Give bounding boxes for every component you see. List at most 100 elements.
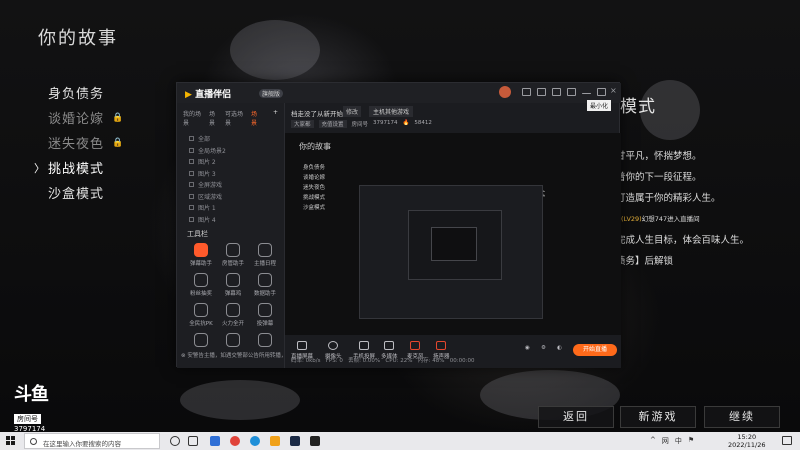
flag-icon[interactable]: ⚑ bbox=[688, 436, 694, 446]
desc-line: 甘平凡，怀揣梦想。 bbox=[616, 151, 702, 162]
scene-item[interactable]: 图片 4 bbox=[177, 214, 284, 226]
tool-grid: 弹幕助手 房管助手 主播日程 粉丝抽奖 弹幕鸡 数据助手 全民抗PK 火力全开 … bbox=[185, 243, 281, 349]
windows-start-icon[interactable] bbox=[6, 436, 16, 446]
close-icon[interactable]: × bbox=[610, 86, 619, 95]
mail-icon[interactable] bbox=[522, 88, 531, 96]
preview-menu-item: 迷失夜色 bbox=[303, 185, 326, 191]
taskbar-clock[interactable]: 15:20 2022/11/26 bbox=[728, 433, 765, 449]
preview-game-title: 你的故事 bbox=[299, 142, 331, 151]
tool-share[interactable] bbox=[249, 333, 281, 349]
scene-label: 图片 1 bbox=[198, 205, 216, 213]
network-icon[interactable]: 网 bbox=[662, 436, 669, 446]
message-icon[interactable] bbox=[537, 88, 546, 96]
tray-chevron-icon[interactable]: ^ bbox=[650, 436, 656, 446]
tool-danmaku-bot[interactable]: 弹幕鸡 bbox=[217, 273, 249, 297]
tool-schedule[interactable]: 主播日程 bbox=[249, 243, 281, 267]
ime-icon[interactable]: 中 bbox=[675, 436, 682, 446]
stream-category[interactable]: 主机其他游戏 bbox=[369, 106, 414, 117]
back-button[interactable]: 返回 bbox=[538, 406, 614, 428]
calendar-icon bbox=[258, 243, 272, 257]
minimize-icon[interactable] bbox=[582, 93, 591, 94]
douyu-assistant-icon[interactable] bbox=[270, 436, 280, 446]
tool-label: 弹幕鸡 bbox=[224, 291, 242, 297]
tool-lottery[interactable]: 粉丝抽奖 bbox=[185, 273, 217, 297]
tool-data[interactable]: 数据助手 bbox=[249, 273, 281, 297]
scene-label: 全局场景2 bbox=[198, 147, 226, 155]
scene-item[interactable]: 全局场景2 bbox=[177, 145, 284, 157]
edit-title-button[interactable]: 修改 bbox=[343, 106, 362, 117]
scene-label: 图片 4 bbox=[198, 216, 216, 224]
stream-title: 档走没了从新开始 bbox=[291, 110, 343, 118]
scene-item[interactable]: 区域游戏 bbox=[177, 191, 284, 203]
tool-pk[interactable]: 全民抗PK bbox=[185, 303, 217, 327]
avatar[interactable] bbox=[499, 86, 511, 98]
file-explorer-icon[interactable] bbox=[210, 436, 220, 446]
tool-label: 弹幕助手 bbox=[189, 261, 212, 267]
mode-chip[interactable]: 大家都 bbox=[291, 120, 314, 128]
tool-room-manager[interactable]: 房管助手 bbox=[217, 243, 249, 267]
edition-badge: 旗舰版 bbox=[259, 89, 284, 98]
steam-icon[interactable] bbox=[290, 436, 300, 446]
stream-preview[interactable]: 你的故事 身负债务 谈婚论嫁 迷失夜色 挑战模式 沙盒模式 模式 bbox=[285, 133, 621, 335]
tool-download[interactable] bbox=[185, 333, 217, 349]
bot-icon bbox=[226, 273, 240, 287]
new-game-button[interactable]: 新游戏 bbox=[620, 406, 696, 428]
taskbar-search-input[interactable]: 在这里输入你要搜索的内容 bbox=[24, 433, 160, 449]
add-scene-icon[interactable]: + bbox=[273, 109, 278, 127]
plan-chip[interactable]: 充值设置 bbox=[318, 120, 347, 128]
notification-icon[interactable] bbox=[782, 436, 792, 445]
tool-label: 投弹幕 bbox=[256, 321, 274, 327]
game-app-icon[interactable] bbox=[310, 436, 320, 446]
checkbox-icon[interactable] bbox=[189, 159, 194, 165]
recursive-preview bbox=[359, 185, 543, 319]
menu-item-sandbox[interactable]: 沙盒模式 bbox=[48, 180, 124, 205]
game-title: 你的故事 bbox=[38, 28, 118, 49]
checkbox-icon[interactable] bbox=[189, 182, 194, 188]
lock-icon: 🔒 bbox=[112, 137, 125, 148]
scene-item[interactable]: 全部 bbox=[177, 133, 284, 145]
clock-date: 2022/11/26 bbox=[728, 441, 766, 449]
checkbox-icon[interactable] bbox=[189, 193, 194, 199]
scene-item[interactable]: 图片 2 bbox=[177, 156, 284, 168]
tool-firepower[interactable]: 火力全开 bbox=[217, 303, 249, 327]
tab-optional-scenes[interactable]: 可选场景 bbox=[225, 109, 245, 127]
camera-icon bbox=[328, 341, 339, 350]
room-id: 3797174 bbox=[373, 120, 398, 126]
checkbox-icon[interactable] bbox=[189, 147, 194, 153]
tool-danmaku-helper[interactable]: 弹幕助手 bbox=[185, 243, 217, 267]
lottery-icon bbox=[194, 273, 208, 287]
media-icon bbox=[384, 341, 395, 350]
checkbox-icon[interactable] bbox=[189, 205, 194, 211]
gift-icon[interactable] bbox=[552, 88, 561, 96]
chrome-icon[interactable] bbox=[230, 436, 240, 446]
menu-item-lost-night[interactable]: 迷失夜色 🔒 bbox=[48, 130, 124, 155]
scene-item[interactable]: 图片 3 bbox=[177, 168, 284, 180]
edge-icon[interactable] bbox=[250, 436, 260, 446]
continue-button[interactable]: 继续 bbox=[704, 406, 780, 428]
menu-item-debt[interactable]: 身负债务 bbox=[48, 80, 124, 105]
fans-count: 58412 bbox=[414, 120, 432, 126]
checkbox-icon[interactable] bbox=[189, 136, 194, 142]
tool-label: 数据助手 bbox=[253, 291, 276, 297]
task-view-icon[interactable] bbox=[188, 436, 198, 446]
menu-item-marriage[interactable]: 谈婚论嫁 🔒 bbox=[48, 105, 124, 130]
maximize-icon[interactable] bbox=[597, 88, 606, 96]
tool-download-2[interactable] bbox=[217, 333, 249, 349]
chart-icon bbox=[258, 273, 272, 287]
tab-scenes[interactable]: 场景 bbox=[209, 109, 219, 127]
scene-item[interactable]: 全屏游戏 bbox=[177, 179, 284, 191]
scene-label: 区域游戏 bbox=[198, 193, 223, 201]
checkbox-icon[interactable] bbox=[189, 216, 194, 222]
scene-item[interactable]: 图片 1 bbox=[177, 202, 284, 214]
tool-vote[interactable]: 投弹幕 bbox=[249, 303, 281, 327]
checkbox-icon[interactable] bbox=[189, 170, 194, 176]
tab-scene-active[interactable]: 场景 bbox=[251, 109, 261, 127]
notice-banner: ⊗ 安警告主播，如遇交警部公告所用转播，请立即核对查询看 bbox=[181, 353, 285, 359]
welcome-text: 幻想747进入直播间 bbox=[641, 215, 700, 223]
recursive-preview-innermost bbox=[431, 227, 477, 261]
menu-item-challenge[interactable]: 〉挑战模式 bbox=[34, 155, 124, 180]
scene-label: 全屏游戏 bbox=[198, 182, 223, 190]
tab-my-scenes[interactable]: 我的场景 bbox=[183, 109, 203, 127]
skin-icon[interactable] bbox=[567, 88, 576, 96]
cortana-icon[interactable] bbox=[170, 436, 180, 446]
